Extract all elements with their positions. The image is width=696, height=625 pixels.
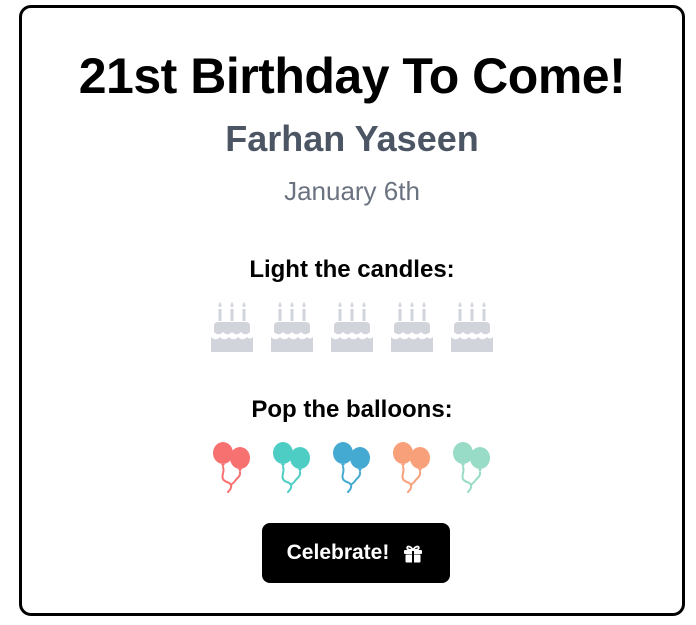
balloons-row [22, 441, 682, 493]
balloons-icon[interactable] [391, 441, 433, 493]
gift-icon [401, 541, 425, 565]
birthday-card: 21st Birthday To Come! Farhan Yaseen Jan… [19, 5, 685, 616]
balloons-icon[interactable] [271, 441, 313, 493]
birthday-date: January 6th [284, 176, 420, 206]
person-name: Farhan Yaseen [225, 118, 479, 159]
candles-label: Light the candles: [249, 256, 455, 283]
birthday-cake-icon[interactable] [391, 300, 433, 352]
balloons-icon[interactable] [211, 441, 253, 493]
celebrate-label: Celebrate! [286, 541, 390, 564]
celebrate-button[interactable]: Celebrate! [262, 523, 450, 583]
balloons-label: Pop the balloons: [251, 396, 453, 423]
balloons-icon[interactable] [451, 441, 493, 493]
birthday-cake-icon[interactable] [451, 300, 493, 352]
balloons-icon[interactable] [331, 441, 373, 493]
birthday-cake-icon[interactable] [211, 300, 253, 352]
candles-row [22, 300, 682, 352]
card-title: 21st Birthday To Come! [78, 48, 626, 104]
birthday-cake-icon[interactable] [271, 300, 313, 352]
birthday-cake-icon[interactable] [331, 300, 373, 352]
